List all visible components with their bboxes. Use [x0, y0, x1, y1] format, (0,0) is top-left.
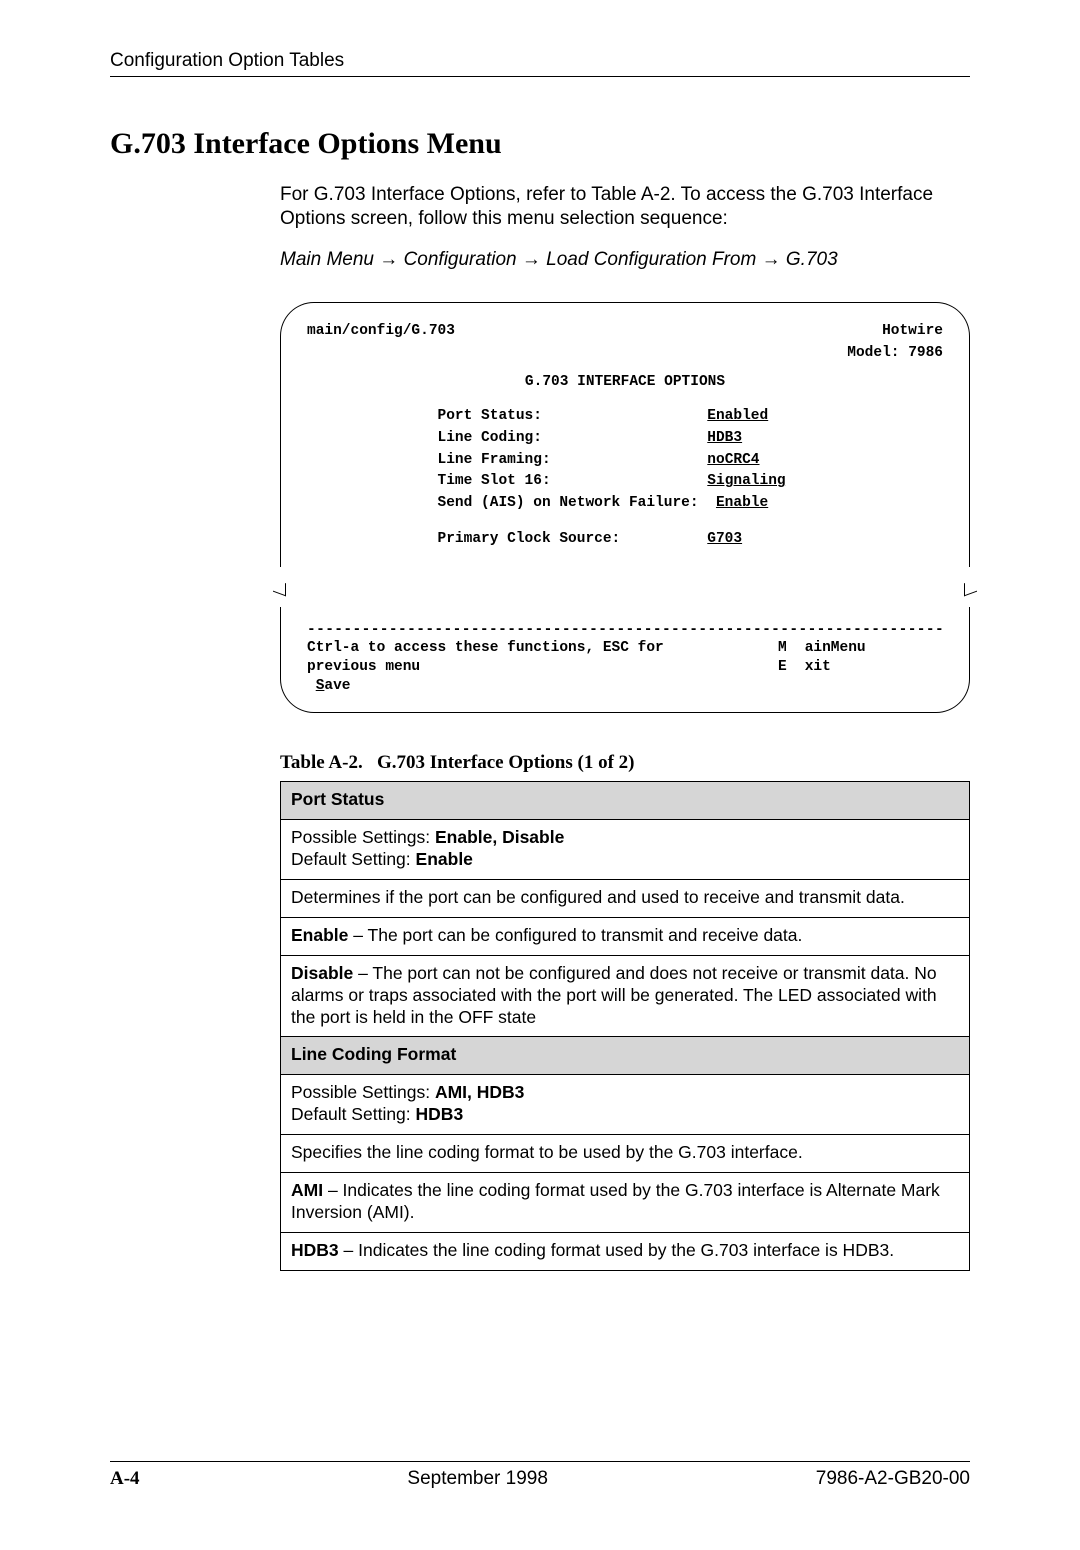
table-row: Disable – The port can not be configured…	[281, 955, 970, 1037]
terminal-option-row: Line Framing: noCRC4	[307, 450, 943, 472]
terminal-title: G.703 INTERFACE OPTIONS	[307, 372, 943, 394]
terminal-footer-row: Ctrl-a to access these functions, ESC fo…	[307, 639, 943, 676]
menu-step: Load Configuration From	[546, 249, 756, 270]
table-caption: Table A-2. G.703 Interface Options (1 of…	[280, 751, 970, 775]
arrow-icon: →	[762, 249, 781, 270]
header-rule	[110, 76, 970, 77]
terminal-option-row: Line Coding: HDB3	[307, 428, 943, 450]
table-row: Enable – The port can be configured to t…	[281, 917, 970, 955]
table-row: HDB3 – Indicates the line coding format …	[281, 1232, 970, 1270]
terminal-option-row: Port Status: Enabled	[307, 406, 943, 428]
mainmenu-link: MainMenu	[760, 640, 866, 656]
arrow-icon: →	[379, 249, 398, 270]
section-heading: G.703 Interface Options Menu	[110, 127, 970, 161]
table-row: Specifies the line coding format to be u…	[281, 1135, 970, 1173]
table-row: Determines if the port can be configured…	[281, 880, 970, 918]
page-number: A-4	[110, 1468, 140, 1490]
menu-step: Main Menu	[280, 249, 374, 270]
save-link: Save	[307, 676, 943, 698]
terminal-screenshot: main/config/G.703Hotwire Model: 7986 G.7…	[280, 302, 970, 713]
footer-date: September 1998	[407, 1468, 548, 1490]
running-header: Configuration Option Tables	[110, 50, 970, 72]
terminal-header-row: main/config/G.703Hotwire	[307, 321, 943, 343]
terminal-option-row: Send (AIS) on Network Failure: Enable	[307, 493, 943, 515]
body-content: For G.703 Interface Options, refer to Ta…	[280, 183, 970, 1271]
table-row: Possible Settings: AMI, HDB3 Default Set…	[281, 1075, 970, 1135]
page-tear-icon	[280, 587, 970, 607]
terminal-model: Model: 7986	[307, 343, 943, 365]
document-page: Configuration Option Tables G.703 Interf…	[0, 0, 1080, 1550]
page-footer: A-4 September 1998 7986-A2-GB20-00	[110, 1468, 970, 1490]
options-table: Port Status Possible Settings: Enable, D…	[280, 781, 970, 1270]
arrow-icon: →	[522, 249, 541, 270]
footer-docnum: 7986-A2-GB20-00	[816, 1468, 970, 1490]
terminal-help-text: Ctrl-a to access these functions, ESC fo…	[307, 639, 742, 676]
intro-paragraph: For G.703 Interface Options, refer to Ta…	[280, 183, 970, 232]
table-row: Possible Settings: Enable, Disable Defau…	[281, 820, 970, 880]
table-row: AMI – Indicates the line coding format u…	[281, 1172, 970, 1232]
exit-link: Exit	[760, 659, 831, 675]
menu-selection-path: Main Menu → Configuration → Load Configu…	[280, 248, 970, 272]
terminal-divider: ----------------------------------------…	[307, 621, 943, 640]
table-section-header: Line Coding Format	[281, 1037, 970, 1075]
table-section-header: Port Status	[281, 782, 970, 820]
menu-step: G.703	[786, 249, 838, 270]
terminal-option-row: Time Slot 16: Signaling	[307, 471, 943, 493]
terminal-option-row: Primary Clock Source: G703	[307, 529, 943, 551]
menu-step: Configuration	[404, 249, 517, 270]
footer-rule	[110, 1461, 970, 1462]
